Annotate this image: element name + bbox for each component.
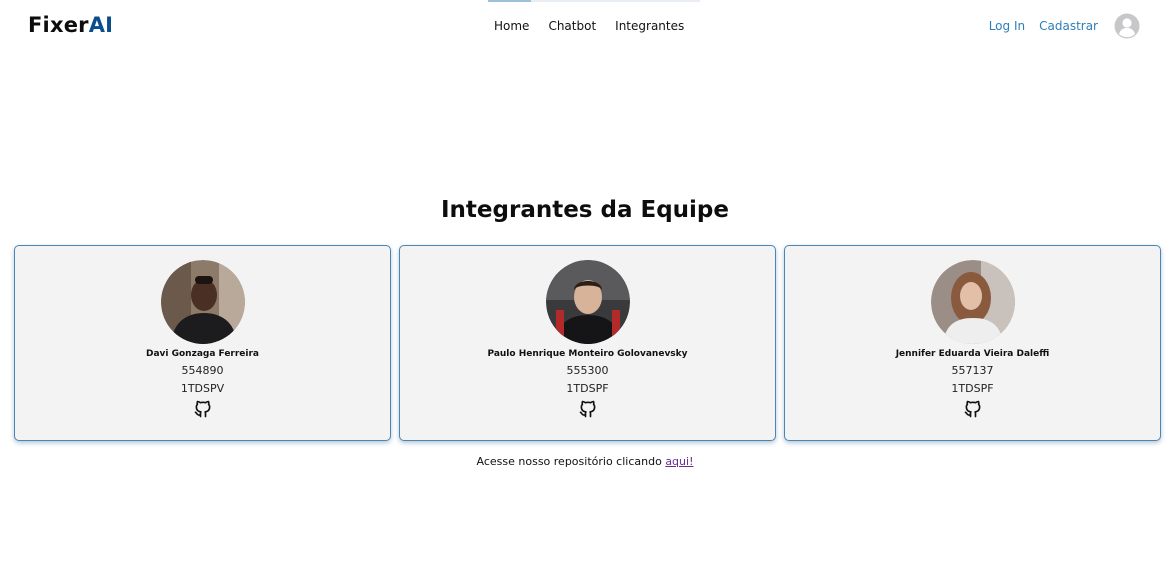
member-photo [160, 260, 245, 344]
nav-link-chatbot[interactable]: Chatbot [548, 19, 596, 33]
member-name: Paulo Henrique Monteiro Golovanevsky [487, 349, 688, 359]
nav-link-home[interactable]: Home [494, 19, 529, 33]
repository-note-text: Acesse nosso repositório clicando [476, 455, 666, 468]
member-card: Paulo Henrique Monteiro Golovanevsky 555… [399, 245, 776, 441]
member-card: Jennifer Eduarda Vieira Daleffi 557137 1… [784, 245, 1161, 441]
user-circle-icon[interactable] [1114, 13, 1140, 39]
member-rm: 555300 [566, 364, 609, 377]
brand-logo[interactable]: FixerAI [28, 13, 113, 37]
member-rm: 557137 [951, 364, 994, 377]
member-class: 1TDSPV [180, 382, 225, 395]
main-nav: Home Chatbot Integrantes [494, 19, 684, 33]
brand-logo-part2: AI [88, 13, 114, 37]
member-photo [930, 260, 1015, 344]
github-icon[interactable] [193, 399, 213, 419]
repository-link[interactable]: aqui! [665, 455, 693, 468]
login-link[interactable]: Log In [989, 19, 1025, 33]
github-icon[interactable] [578, 399, 598, 419]
team-members-list: Davi Gonzaga Ferreira 554890 1TDSPV Paul… [14, 245, 1161, 441]
member-class: 1TDSPF [951, 382, 994, 395]
member-name: Davi Gonzaga Ferreira [145, 349, 260, 359]
page-title: Integrantes da Equipe [440, 197, 729, 223]
brand-logo-part1: Fixer [28, 13, 89, 37]
member-card: Davi Gonzaga Ferreira 554890 1TDSPV [14, 245, 391, 441]
repository-note: Acesse nosso repositório clicando aqui! [0, 455, 1170, 468]
github-icon[interactable] [963, 399, 983, 419]
signup-link[interactable]: Cadastrar [1039, 19, 1098, 33]
member-rm: 554890 [181, 364, 224, 377]
nav-link-integrantes[interactable]: Integrantes [615, 19, 684, 33]
auth-area: Log In Cadastrar [989, 13, 1140, 39]
member-name: Jennifer Eduarda Vieira Daleffi [895, 349, 1050, 359]
site-header: FixerAI Home Chatbot Integrantes Log In … [0, 0, 1170, 54]
member-class: 1TDSPF [566, 382, 609, 395]
member-photo [545, 260, 630, 344]
